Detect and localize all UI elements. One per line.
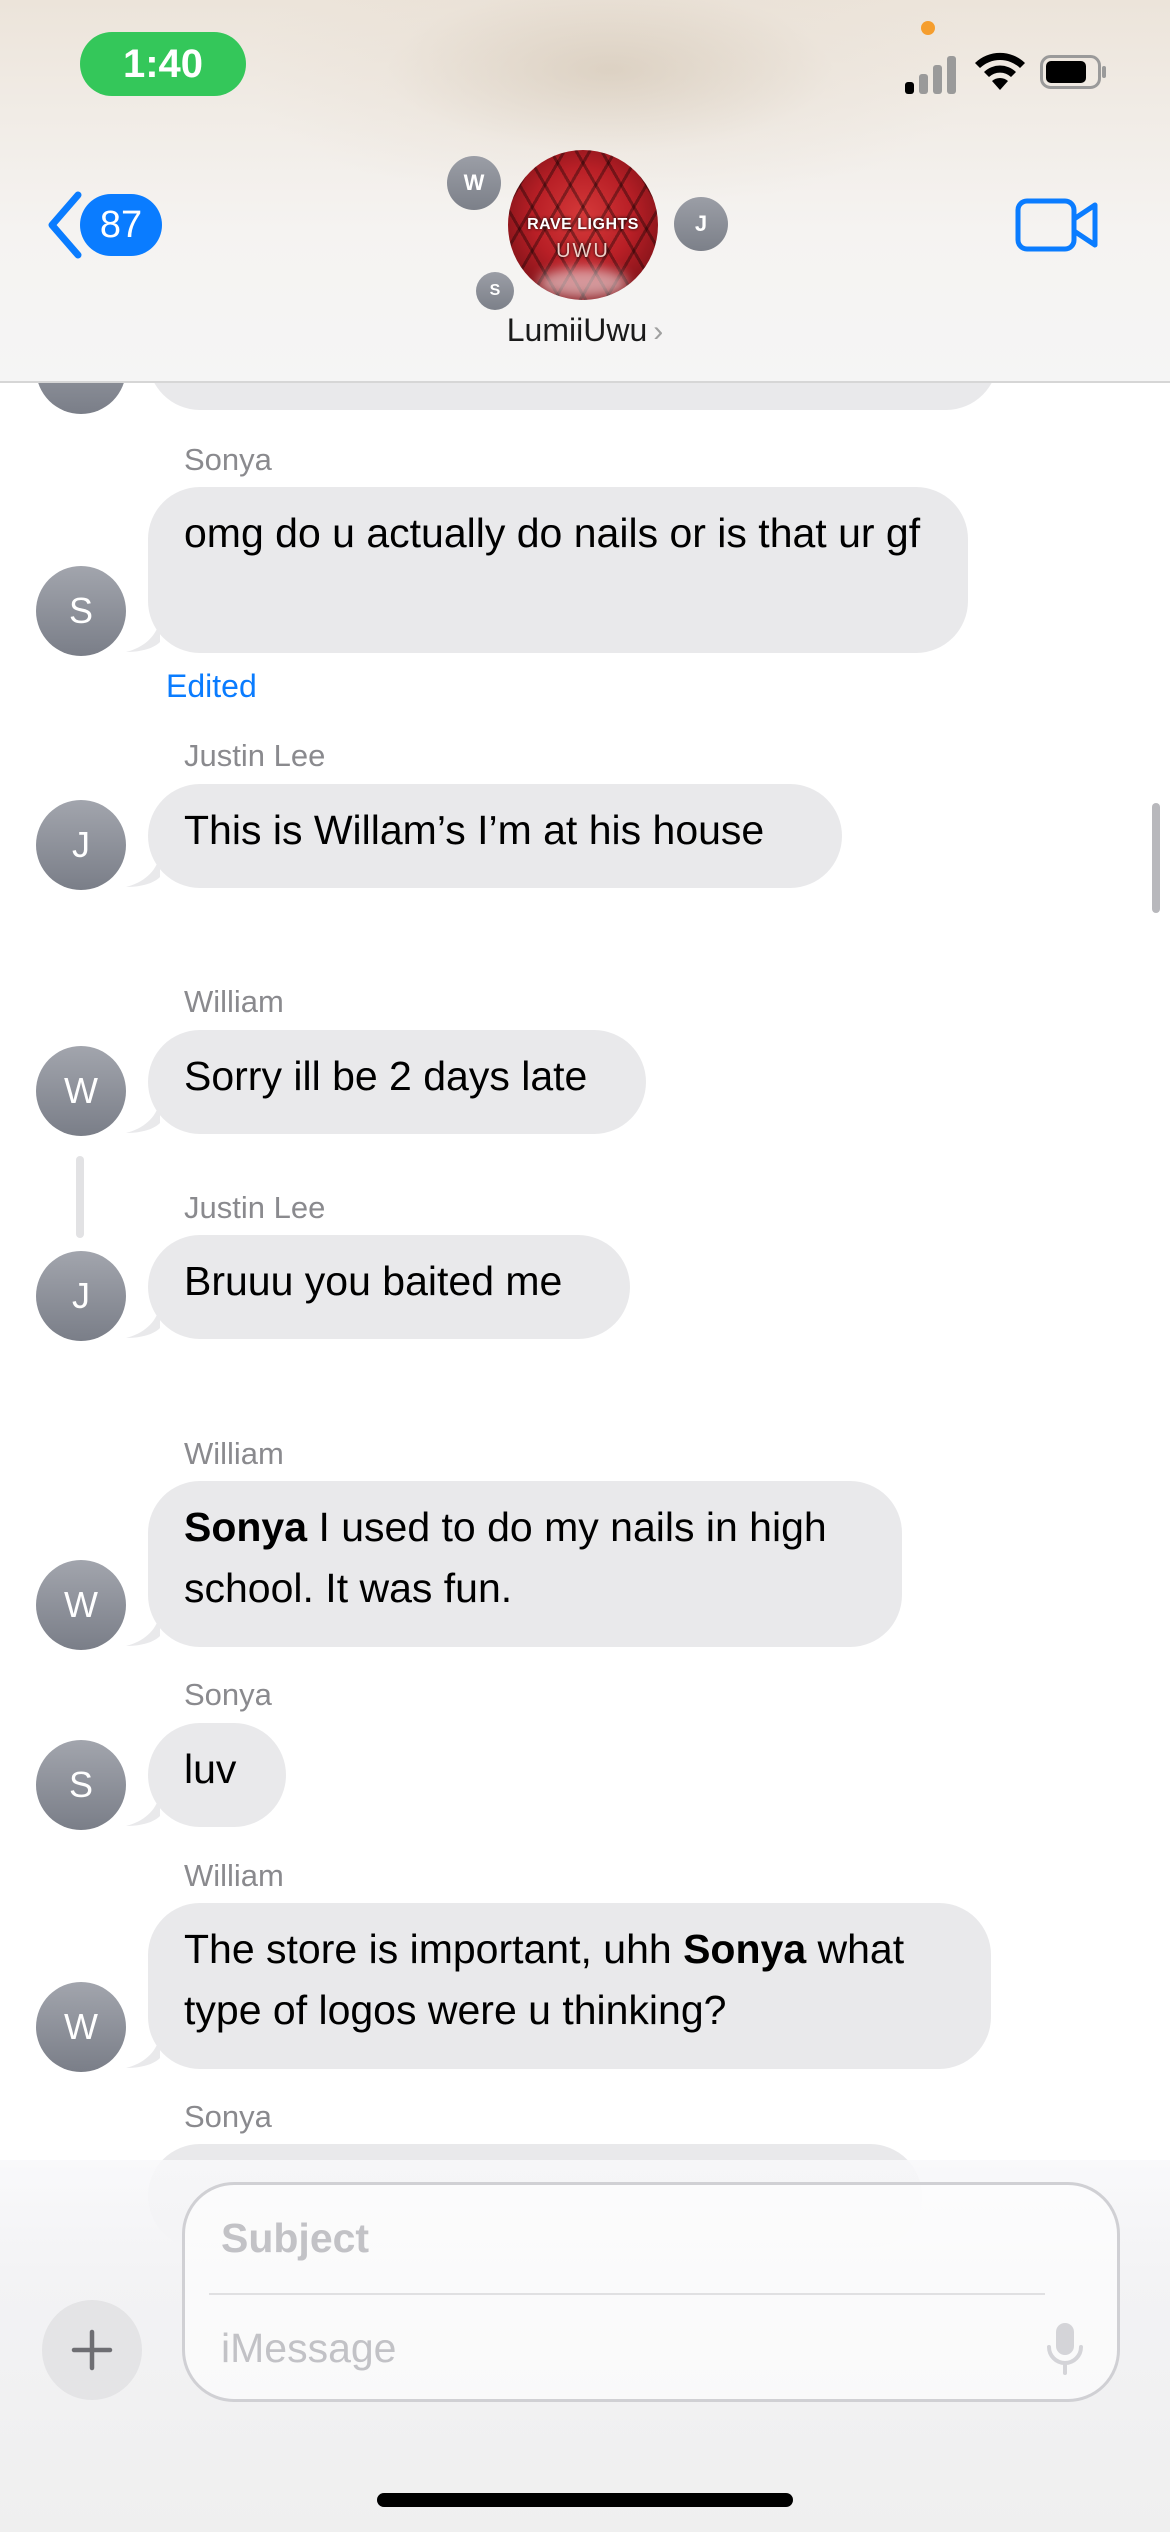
message-text: Sorry ill be 2 days late: [184, 1053, 588, 1099]
wifi-icon: [975, 52, 1025, 90]
edited-label[interactable]: Edited: [166, 668, 257, 705]
privacy-indicator-dot: [921, 21, 935, 35]
message-input[interactable]: iMessage: [221, 2325, 396, 2372]
sender-avatar[interactable]: W: [36, 1046, 126, 1136]
message-bubble[interactable]: Bruuu you baited me: [148, 1235, 630, 1339]
conversation-header: 1:40 87 W J S RAVE LIGHTS UWU LumiiUwu ›: [0, 0, 1170, 383]
bubble-tail: [126, 1101, 160, 1133]
message-text: This is Willam’s I’m at his house: [184, 807, 765, 853]
bubble-tail: [126, 1306, 160, 1338]
sender-name: William: [184, 1436, 284, 1471]
message-composer[interactable]: Subject iMessage: [182, 2182, 1120, 2402]
add-attachment-button[interactable]: [42, 2300, 142, 2400]
message-text: Bruuu you baited me: [184, 1258, 563, 1304]
status-time: 1:40: [80, 32, 246, 96]
message-text: The store is important, uhh: [184, 1926, 684, 1972]
plus-icon: [71, 2329, 113, 2371]
bubble-tail: [126, 620, 160, 652]
message-bubble[interactable]: The store is important, uhh Sonya what t…: [148, 1903, 991, 2069]
group-photo-text-top: RAVE LIGHTS: [527, 216, 639, 233]
bubble-tail: [126, 1614, 160, 1646]
bubble-tail: [126, 1794, 160, 1826]
home-indicator[interactable]: [377, 2493, 793, 2507]
sender-name: Sonya: [184, 442, 272, 477]
reply-thread-line: [76, 1156, 84, 1238]
back-button[interactable]: 87: [44, 185, 162, 265]
member-avatar-w[interactable]: W: [447, 156, 501, 210]
message-bubble[interactable]: Sonya I used to do my nails in high scho…: [148, 1481, 902, 1647]
sender-name: Justin Lee: [184, 738, 326, 773]
member-avatar-j[interactable]: J: [674, 197, 728, 251]
sender-avatar[interactable]: J: [36, 1251, 126, 1341]
sender-name: Justin Lee: [184, 1190, 326, 1225]
battery-icon: [1040, 55, 1106, 89]
message-bubble[interactable]: omg do u actually do nails or is that ur…: [148, 487, 968, 653]
composer-divider: [209, 2293, 1045, 2295]
sender-avatar[interactable]: W: [36, 1982, 126, 2072]
bubble-tail: [126, 855, 160, 887]
group-photo[interactable]: RAVE LIGHTS UWU: [508, 150, 658, 300]
group-name-button[interactable]: LumiiUwu ›: [0, 312, 1170, 349]
bubble-tail: [126, 2036, 160, 2068]
group-photo-text-bottom: UWU: [556, 240, 610, 262]
group-photo-glow: [538, 268, 628, 298]
subject-input[interactable]: Subject: [221, 2215, 369, 2262]
sender-name: William: [184, 1858, 284, 1893]
sender-avatar[interactable]: J: [36, 800, 126, 890]
chevron-right-icon: ›: [653, 315, 664, 348]
sender-name: Sonya: [184, 1677, 272, 1712]
unread-count-badge: 87: [80, 194, 162, 256]
back-chevron-icon: [48, 191, 82, 259]
sender-avatar[interactable]: S: [36, 566, 126, 656]
sender-name: William: [184, 984, 284, 1019]
sender-avatar[interactable]: S: [36, 1740, 126, 1830]
sender-avatar[interactable]: W: [36, 1560, 126, 1650]
message-text: luv: [184, 1746, 237, 1792]
sender-name: Sonya: [184, 2099, 272, 2134]
scroll-indicator[interactable]: [1152, 803, 1160, 913]
message-bubble[interactable]: This is Willam’s I’m at his house: [148, 784, 842, 888]
message-bubble[interactable]: Sorry ill be 2 days late: [148, 1030, 646, 1134]
message-text: omg do u actually do nails or is that ur…: [184, 510, 921, 556]
mention-text[interactable]: Sonya: [184, 1504, 307, 1550]
message-bubble[interactable]: luv: [148, 1723, 286, 1827]
mention-text[interactable]: Sonya: [683, 1926, 806, 1972]
microphone-icon[interactable]: [1043, 2321, 1087, 2377]
group-name: LumiiUwu: [506, 312, 648, 348]
video-camera-icon[interactable]: [1015, 197, 1099, 253]
signal-icon: [905, 52, 961, 94]
